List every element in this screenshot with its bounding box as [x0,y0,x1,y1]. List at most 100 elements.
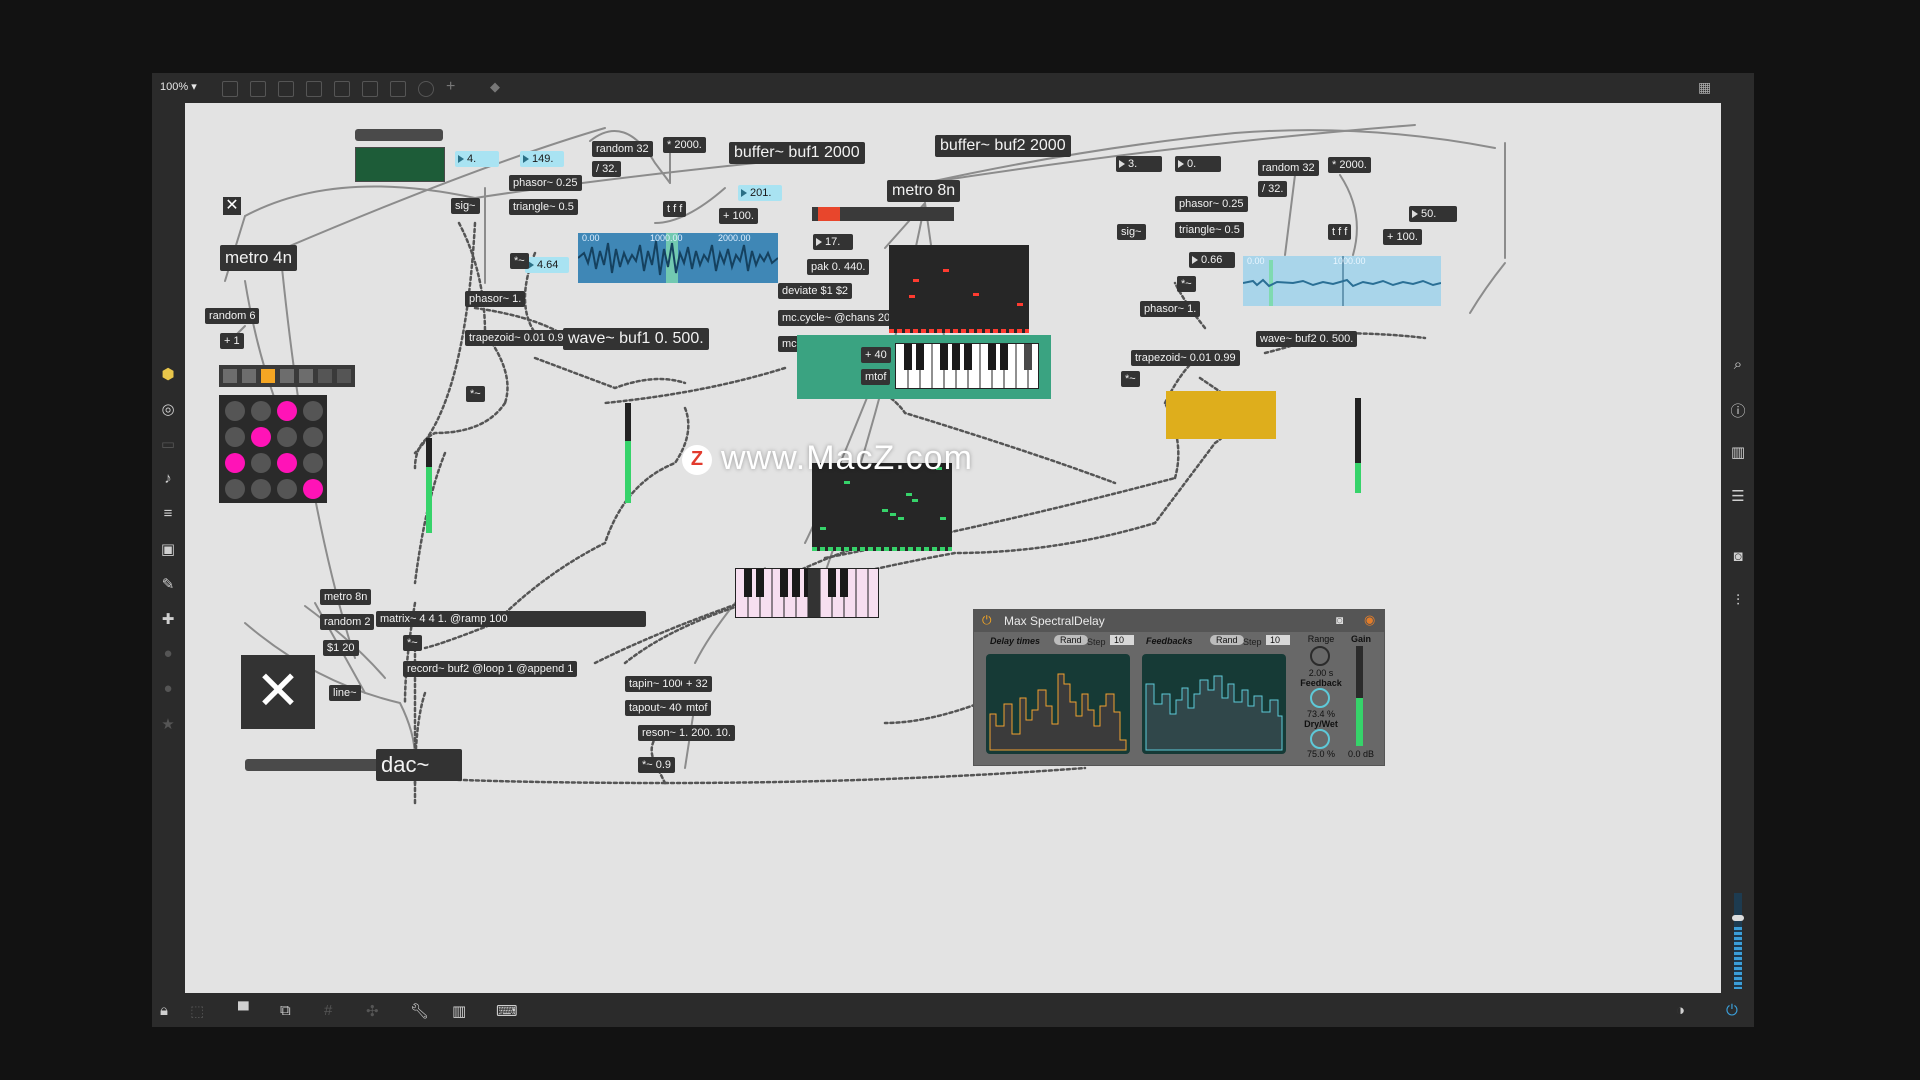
reson-object[interactable]: reson~ 1. 200. 10. [638,725,735,741]
snap-icon[interactable]: ✣ [366,1002,379,1020]
toolbar-add-icon[interactable]: + [446,78,455,96]
phasor-025-object-b[interactable]: phasor~ 0.25 [1175,196,1248,212]
delay-times-editor[interactable] [986,654,1130,754]
number-201[interactable]: 201. [738,185,782,201]
line-object[interactable]: line~ [329,685,361,701]
panel-icon[interactable]: ▭ [152,435,184,453]
number-4[interactable]: 4. [455,151,499,167]
mtof-object-1[interactable]: mtof [861,369,891,385]
star-icon[interactable]: ★ [152,715,184,733]
circle-icon-b[interactable]: ● [152,680,184,697]
list-icon[interactable]: ☰ [1722,487,1754,505]
grid-view-icon[interactable]: ▦ [1698,79,1711,96]
big-x-button[interactable]: ✕ [241,655,315,729]
div-32-object[interactable]: / 32. [592,161,622,177]
rand-button-1[interactable]: Rand [1054,635,1088,645]
sig-object-1[interactable]: sig~ [451,198,480,214]
msg-1-20[interactable]: $1 20 [323,640,359,656]
dac-object[interactable]: dac~ [376,749,462,781]
volume-slider-handle[interactable] [1732,915,1744,921]
piano-keyboard-2[interactable] [735,568,879,618]
piano-keyboard-1[interactable] [895,343,1039,389]
audio-power-icon[interactable]: ⏻ [1726,1002,1738,1019]
mtof-object-2[interactable]: mtof [682,700,712,716]
number-17[interactable]: 17. [813,234,853,250]
plugin-icon[interactable]: ✚ [152,610,184,628]
toolbar-dial-icon[interactable] [418,81,434,97]
buffer-buf2-object[interactable]: buffer~ buf2 2000 [935,135,1071,157]
number-149[interactable]: 149. [520,151,564,167]
info-icon[interactable]: ⓘ [1722,400,1754,421]
number-3[interactable]: 3. [1116,156,1162,172]
buffer-buf1-object[interactable]: buffer~ buf1 2000 [729,142,865,164]
pak-object[interactable]: pak 0. 440. [807,259,870,275]
triangle-05-object[interactable]: triangle~ 0.5 [509,199,578,215]
debug-icon[interactable]: ▥ [452,1002,466,1020]
toolbar-slider-icon[interactable] [390,81,406,97]
toolbar-comment-icon[interactable] [278,81,294,97]
waveform-display-2[interactable]: 0.00 1000.00 [1243,256,1441,306]
number-0-66[interactable]: 0.66 [1189,252,1235,268]
target-icon[interactable]: ◎ [152,400,184,418]
number-4-64[interactable]: 4.64 [525,257,569,273]
number-0[interactable]: 0. [1175,156,1221,172]
gain-meter[interactable] [1356,646,1363,746]
preset-icon[interactable]: ◉ [1364,612,1375,628]
toolbar-number-icon[interactable] [362,81,378,97]
mul-2000-object-b[interactable]: * 2000. [1328,157,1371,173]
feedback-knob[interactable] [1310,688,1330,708]
times-signal-small[interactable]: *~ [403,635,422,651]
toggle-x-small[interactable]: ✕ [223,197,241,215]
step-value-1[interactable]: 10 [1110,635,1135,645]
zoom-menu[interactable]: 100% ▾ [160,80,197,93]
camera-icon[interactable]: ◙ [1722,548,1754,565]
random-2-object[interactable]: random 2 [320,614,375,630]
wave-buf2-object[interactable]: wave~ buf2 0. 500. [1256,331,1358,347]
step-selector[interactable] [219,365,355,387]
dsp-meter-icon[interactable]: ◑ [1676,1002,1685,1019]
metro-8n-center[interactable]: metro 8n [887,180,961,202]
deviate-object[interactable]: deviate $1 $2 [778,283,853,299]
range-knob[interactable] [1310,646,1330,666]
step-value-2[interactable]: 10 [1266,635,1291,645]
new-view-icon[interactable]: ⧉ [280,1002,291,1019]
toolbar-message-icon[interactable] [250,81,266,97]
plus-1-object[interactable]: + 1 [220,333,244,349]
trapezoid-object-1[interactable]: trapezoid~ 0.01 0.99 [465,330,574,346]
random-6-object[interactable]: random 6 [205,308,260,324]
patch-canvas[interactable]: ✕ metro 4n random 6 + 1 metro 8n random … [185,103,1721,993]
phasor-1-object-b[interactable]: phasor~ 1. [1140,301,1201,317]
wrench-icon[interactable]: 🔧︎ [410,1002,429,1020]
plus-32-object[interactable]: + 32 [682,676,712,692]
toolbar-paint-icon[interactable]: ◆ [490,79,500,95]
plus-100-object[interactable]: + 100. [719,208,758,224]
rand-button-2[interactable]: Rand [1210,635,1244,645]
packages-icon[interactable]: ⬢ [152,365,184,383]
times-object-2[interactable]: *~ [466,386,485,402]
keyboard-icon[interactable]: ⌨ [496,1002,518,1020]
metro-4n-object[interactable]: metro 4n [220,245,298,271]
mixer-icon[interactable]: ⫶ [1722,592,1754,609]
triangle-05-object-b[interactable]: triangle~ 0.5 [1175,222,1244,238]
tff-object-b[interactable]: t f f [1328,224,1352,240]
matrix-button-grid[interactable] [219,395,327,503]
lock-icon[interactable]: 🔒︎ [160,1002,168,1019]
bottom-slider[interactable] [245,759,393,771]
toolbar-object-icon[interactable] [222,81,238,97]
camera-snapshot-icon[interactable]: ◙ [1336,613,1343,627]
phasor-025-object[interactable]: phasor~ 0.25 [509,175,582,191]
drywet-knob[interactable] [1310,729,1330,749]
power-icon[interactable]: ⏻ [982,613,992,628]
grid-icon[interactable]: # [324,1002,332,1019]
mc-cycle-object[interactable]: mc.cycle~ @chans 20 [778,310,895,326]
tapin-object[interactable]: tapin~ 1000 [625,676,691,692]
matrix-object[interactable]: matrix~ 4 4 1. @ramp 100 [376,611,646,627]
record-object[interactable]: record~ buf2 @loop 1 @append 1 [403,661,578,677]
toolbar-button-icon[interactable] [306,81,322,97]
present-mode-icon[interactable]: ▀ [238,1002,249,1019]
reference-icon[interactable]: ▥ [1722,443,1754,461]
progress-slider[interactable] [812,207,954,221]
playlist-icon[interactable]: ≡ [152,505,184,522]
presentation-icon[interactable]: ⬚ [190,1002,204,1020]
mul-2000-object[interactable]: * 2000. [663,137,706,153]
